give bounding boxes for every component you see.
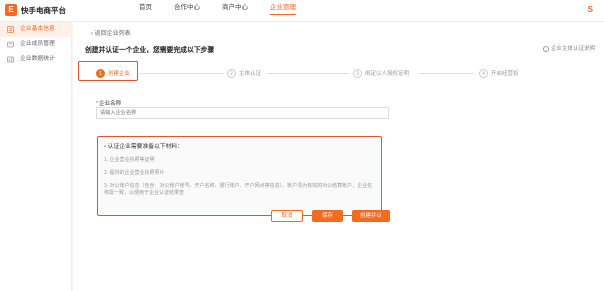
requirement-item: 1. 企业营业执照等证明 — [104, 157, 155, 163]
sidebar-item-label: 企业成员管理 — [20, 41, 55, 47]
main-panel: ‹ 返回企业列表 创建并认证一个企业，您需要完成以下步骤 企业主体认证说明 1 … — [73, 22, 604, 291]
step-number: 4 — [479, 68, 488, 78]
sidebar-item-stats[interactable]: 企业数据统计 — [0, 52, 71, 67]
requirement-item: 3. 对公账户信息（包含：对公账户账号、开户名称、银行账户、开户网点等信息）。账… — [104, 183, 373, 196]
members-icon — [7, 41, 14, 48]
nav-enterprise[interactable]: 企业管理 — [262, 0, 304, 22]
step-label: 开启经营权 — [491, 71, 519, 77]
create-and-verify-button[interactable]: 创建并认证 — [352, 210, 390, 230]
step-progress: 1 创建企业 2 主体认证 3 绑定以人授权证明 4 开启经营权 — [89, 64, 549, 82]
step-label: 绑定以人授权证明 — [365, 71, 410, 77]
help-icon — [542, 45, 549, 52]
step-label: 主体认证 — [239, 71, 262, 77]
requirements-box: • 认证企业需要准备以下材料： 1. 企业营业执照等证明 2. 提供的企业营业执… — [97, 136, 382, 216]
required-mark: • — [104, 144, 107, 150]
step-connector — [419, 73, 474, 74]
sidebar-item-label: 企业基本信息 — [20, 26, 55, 32]
sidebar-item-basic-info[interactable]: 企业基本信息 — [0, 22, 71, 37]
brand-title[interactable]: 快手电商平台 — [21, 5, 66, 16]
nav-merchant[interactable]: 商户中心 — [214, 0, 256, 22]
requirements-title-text: 认证企业需要准备以下材料： — [107, 144, 184, 150]
step-connector — [139, 73, 224, 74]
back-label: 返回企业列表 — [94, 31, 131, 37]
cancel-button[interactable]: 取消 — [271, 210, 303, 222]
company-name-label: *企业名称 — [96, 99, 121, 107]
save-button[interactable]: 保存 — [312, 210, 343, 222]
nav-cooperation[interactable]: 合作中心 — [166, 0, 208, 22]
help-link[interactable]: 企业主体认证说明 — [542, 44, 595, 52]
step-highlight-box — [78, 61, 138, 81]
company-name-input[interactable] — [96, 107, 389, 119]
chart-icon — [7, 56, 14, 63]
step-2: 2 主体认证 — [227, 68, 261, 78]
requirements-title: • 认证企业需要准备以下材料： — [104, 141, 375, 150]
top-nav: 首页 合作中心 商户中心 企业管理 — [131, 0, 310, 22]
sidebar-item-label: 企业数据统计 — [20, 56, 55, 62]
sidebar-item-members[interactable]: 企业成员管理 — [0, 37, 71, 52]
user-avatar[interactable]: S — [588, 5, 593, 14]
logo-icon[interactable]: E — [5, 4, 17, 16]
building-icon — [7, 26, 14, 33]
help-label: 企业主体认证说明 — [550, 46, 595, 52]
back-link[interactable]: ‹ 返回企业列表 — [91, 28, 131, 37]
requirement-item: 2. 提供的企业营业执照照片 — [104, 170, 165, 176]
sidebar: 企业基本信息 企业成员管理 企业数据统计 — [0, 22, 72, 291]
top-bar: E 快手电商平台 首页 合作中心 商户中心 企业管理 S — [0, 0, 604, 22]
step-number: 2 — [227, 68, 236, 78]
action-buttons: 取消 保存 创建并认证 — [271, 210, 390, 230]
step-number: 3 — [353, 68, 362, 78]
step-4: 4 开启经营权 — [479, 68, 519, 78]
step-connector — [267, 73, 349, 74]
page-title: 创建并认证一个企业，您需要完成以下步骤 — [85, 47, 215, 54]
step-3: 3 绑定以人授权证明 — [353, 68, 409, 78]
nav-home[interactable]: 首页 — [131, 0, 160, 22]
